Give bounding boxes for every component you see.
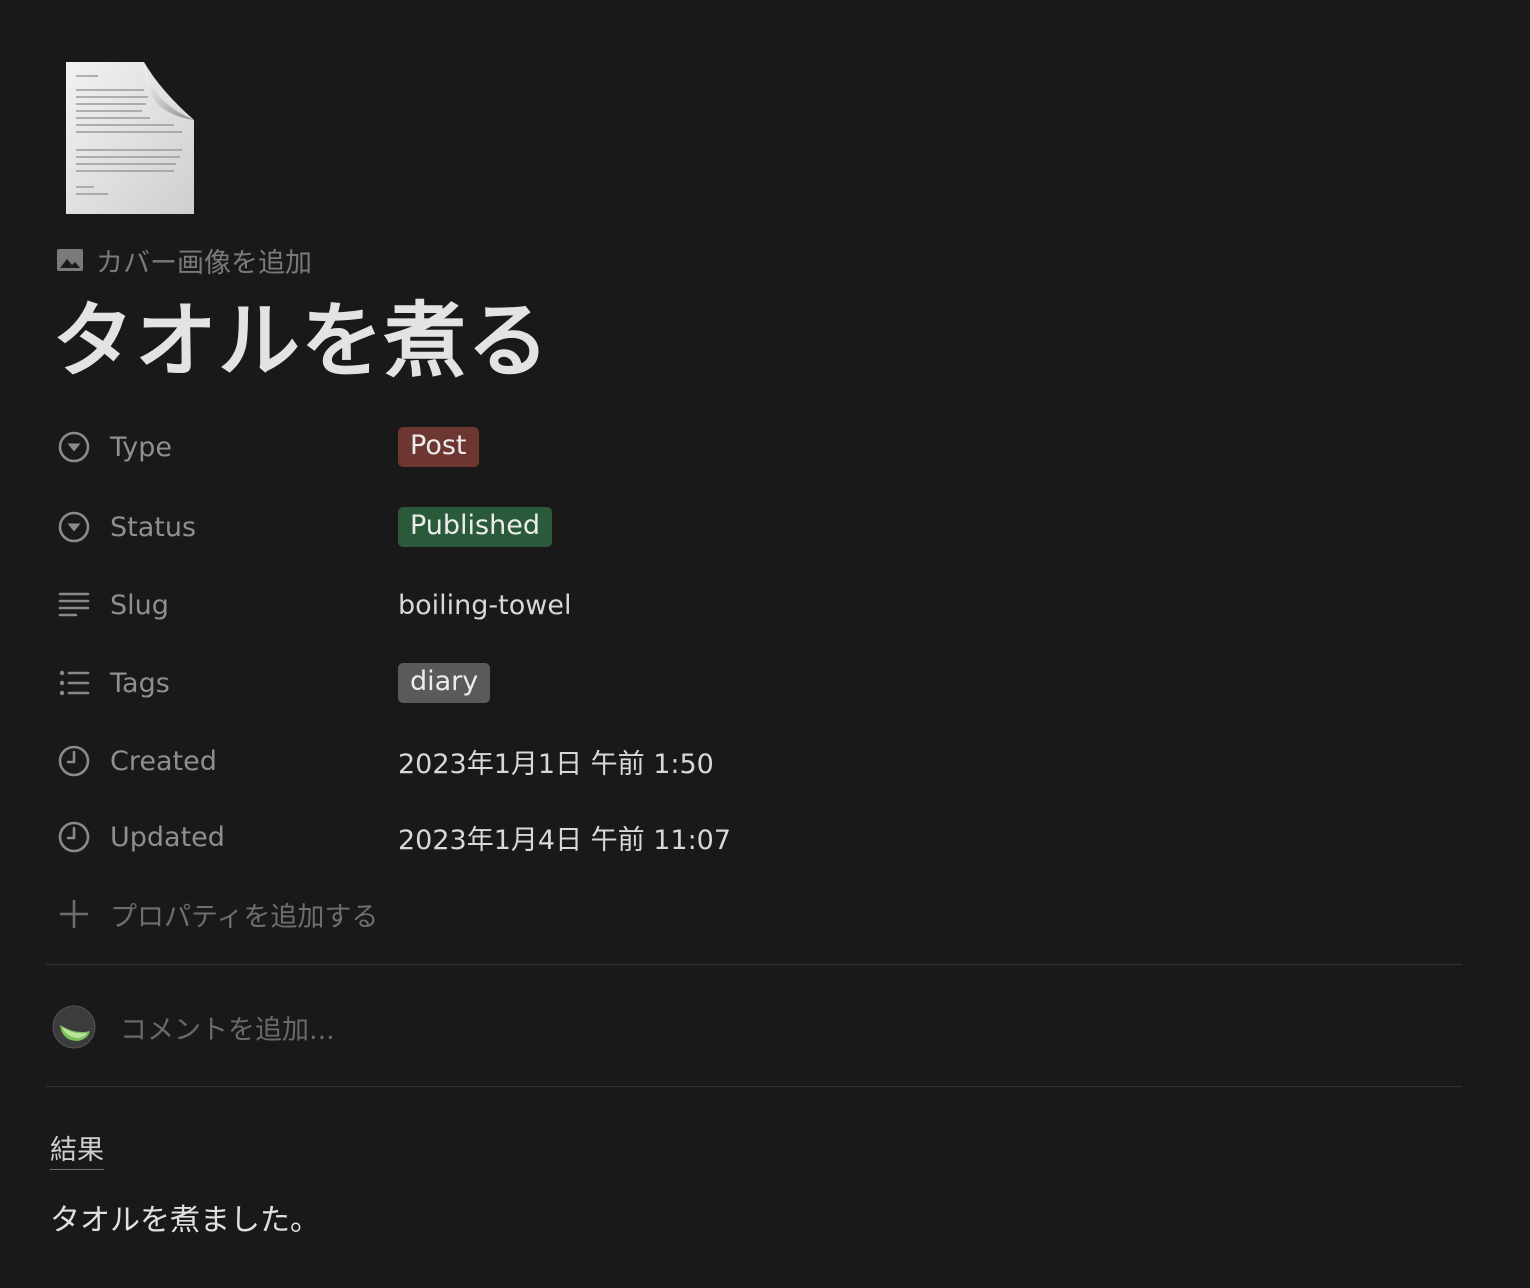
property-name-type: Type — [110, 431, 173, 463]
slug-value[interactable]: boiling-towel — [398, 590, 571, 621]
select-icon — [56, 429, 92, 465]
property-value[interactable]: Post — [398, 427, 479, 467]
property-status[interactable]: Status Published — [56, 502, 956, 552]
property-label[interactable]: Tags — [56, 665, 398, 701]
status-tag[interactable]: Published — [398, 507, 552, 547]
property-slug[interactable]: Slug boiling-towel — [56, 580, 956, 630]
property-name-updated: Updated — [110, 821, 225, 853]
tags-tag[interactable]: diary — [398, 663, 491, 703]
property-name-created: Created — [110, 745, 217, 777]
property-name-slug: Slug — [110, 589, 169, 621]
created-value: 2023年1月1日 午前 1:50 — [398, 748, 714, 780]
property-value[interactable]: Published — [398, 507, 552, 547]
property-value: 2023年1月4日 午前 11:07 — [398, 818, 731, 857]
clock-icon — [56, 743, 92, 779]
select-icon — [56, 509, 92, 545]
property-created[interactable]: Created 2023年1月1日 午前 1:50 — [56, 736, 956, 786]
comment-placeholder: コメントを追加... — [120, 1014, 335, 1046]
image-icon — [56, 246, 84, 274]
add-property-label: プロパティを追加する — [110, 901, 379, 933]
property-updated[interactable]: Updated 2023年1月4日 午前 11:07 — [56, 812, 956, 862]
property-value: 2023年1月1日 午前 1:50 — [398, 742, 714, 781]
page-title[interactable]: タオルを煮る — [52, 292, 550, 392]
property-label[interactable]: Status — [56, 509, 398, 545]
add-cover-button[interactable]: カバー画像を追加 — [56, 241, 312, 279]
property-value[interactable]: boiling-towel — [398, 590, 571, 621]
add-cover-label: カバー画像を追加 — [96, 247, 312, 279]
clock-icon — [56, 819, 92, 855]
section-heading[interactable]: 結果 — [50, 1134, 104, 1170]
property-label[interactable]: Created — [56, 743, 398, 779]
page: カバー画像を追加 タオルを煮る Type Post Status Publish… — [0, 0, 1530, 1288]
property-label[interactable]: Type — [56, 429, 398, 465]
property-label[interactable]: Updated — [56, 819, 398, 855]
document-page-icon[interactable] — [64, 60, 196, 216]
property-tags[interactable]: Tags diary — [56, 658, 956, 708]
avatar — [52, 1005, 96, 1049]
property-value[interactable]: diary — [398, 663, 491, 703]
property-type[interactable]: Type Post — [56, 422, 956, 472]
property-name-status: Status — [110, 511, 197, 543]
divider — [46, 964, 1462, 965]
property-label[interactable]: Slug — [56, 587, 398, 623]
updated-value: 2023年1月4日 午前 11:07 — [398, 824, 732, 856]
add-property-button[interactable]: プロパティを追加する — [56, 890, 378, 938]
type-tag[interactable]: Post — [398, 427, 479, 467]
list-icon — [56, 665, 92, 701]
body-paragraph[interactable]: タオルを煮ました。 — [50, 1200, 320, 1242]
comment-input[interactable]: コメントを追加... — [52, 1004, 335, 1050]
divider — [46, 1086, 1462, 1087]
property-name-tags: Tags — [110, 667, 170, 699]
plus-icon — [56, 896, 92, 932]
text-icon — [56, 587, 92, 623]
